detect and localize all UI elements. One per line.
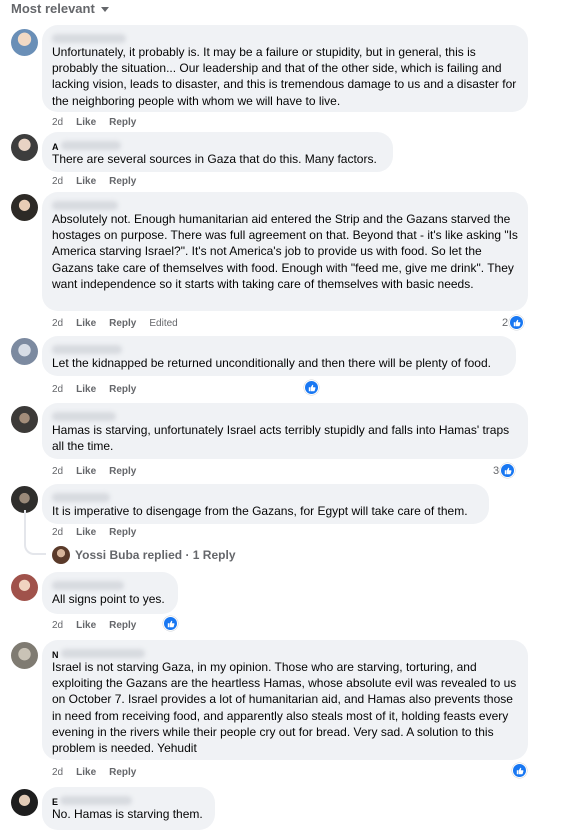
reply-button[interactable]: Reply (109, 318, 136, 329)
like-button[interactable]: Like (76, 527, 96, 538)
sort-label: Most relevant (11, 0, 95, 16)
reaction-count[interactable]: 3 (493, 463, 516, 478)
comment-actions: 2d Like Reply (52, 115, 136, 129)
avatar[interactable] (11, 574, 38, 601)
comment-bubble: Absolutely not. Enough humanitarian aid … (42, 192, 528, 311)
author-name[interactable] (52, 489, 479, 502)
comment-text: Let the kidnapped be returned unconditio… (52, 356, 491, 370)
author-name[interactable] (52, 30, 518, 43)
comment-bubble: E No. Hamas is starving them. (42, 787, 215, 830)
timestamp[interactable]: 2d (52, 620, 63, 631)
reply-author-avatar (52, 546, 70, 564)
like-button[interactable]: Like (76, 466, 96, 477)
reply-thread-line (24, 510, 46, 555)
comment-text: Israel is not starving Gaza, in my opini… (52, 660, 517, 756)
sort-dropdown[interactable]: Most relevant (11, 0, 109, 16)
reaction-number: 2 (502, 316, 509, 329)
comment-actions: 2d Like Reply (52, 765, 136, 779)
timestamp[interactable]: 2d (52, 466, 63, 477)
like-reaction-icon (500, 463, 516, 478)
reaction-badge[interactable] (304, 380, 319, 395)
comment-text: Unfortunately, it probably is. It may be… (52, 45, 517, 108)
timestamp[interactable]: 2d (52, 117, 63, 128)
comment-actions: 2d Like Reply Edited (52, 316, 178, 330)
avatar[interactable] (11, 642, 38, 669)
reaction-badge[interactable] (512, 763, 527, 778)
comment-actions: 2d Like Reply (52, 618, 136, 632)
reply-button[interactable]: Reply (109, 176, 136, 187)
comment-bubble: Unfortunately, it probably is. It may be… (42, 25, 528, 112)
comment-text: Hamas is starving, unfortunately Israel … (52, 423, 510, 454)
comment-actions: 2d Like Reply (52, 382, 136, 396)
avatar[interactable] (11, 134, 38, 161)
reply-button[interactable]: Reply (109, 384, 136, 395)
reply-button[interactable]: Reply (109, 527, 136, 538)
like-reaction-icon (512, 763, 527, 778)
timestamp[interactable]: 2d (52, 527, 63, 538)
avatar[interactable] (11, 194, 38, 221)
timestamp[interactable]: 2d (52, 767, 63, 778)
avatar[interactable] (11, 406, 38, 433)
author-name[interactable]: E (52, 792, 205, 807)
comment-text: Absolutely not. Enough humanitarian aid … (52, 212, 518, 291)
like-button[interactable]: Like (76, 384, 96, 395)
avatar[interactable] (11, 486, 38, 513)
like-button[interactable]: Like (76, 176, 96, 187)
comment-text: No. Hamas is starving them. (52, 807, 203, 821)
replies-label: Yossi Buba replied · 1 Reply (75, 548, 236, 562)
reply-button[interactable]: Reply (109, 117, 136, 128)
reaction-number: 3 (493, 464, 500, 477)
view-replies-link[interactable]: Yossi Buba replied · 1 Reply (52, 546, 236, 564)
reaction-count[interactable]: 2 (502, 315, 525, 330)
comment-bubble: All signs point to yes. (42, 572, 178, 614)
comment-bubble: It is imperative to disengage from the G… (42, 484, 489, 524)
reply-button[interactable]: Reply (109, 620, 136, 631)
caret-down-icon (100, 6, 109, 12)
like-button[interactable]: Like (76, 117, 96, 128)
comment-bubble: N Israel is not starving Gaza, in my opi… (42, 640, 528, 760)
timestamp[interactable]: 2d (52, 176, 63, 187)
author-name[interactable] (52, 341, 506, 354)
like-button[interactable]: Like (76, 620, 96, 631)
reply-button[interactable]: Reply (109, 767, 136, 778)
like-button[interactable]: Like (76, 767, 96, 778)
comment-actions: 2d Like Reply (52, 464, 136, 478)
comment-actions: 2d Like Reply (52, 174, 136, 188)
comment-text: It is imperative to disengage from the G… (52, 504, 468, 518)
like-reaction-icon (304, 380, 319, 395)
comment-bubble: A There are several sources in Gaza that… (42, 132, 393, 172)
avatar[interactable] (11, 338, 38, 365)
timestamp[interactable]: 2d (52, 318, 63, 329)
author-name[interactable]: N (52, 645, 518, 660)
reply-button[interactable]: Reply (109, 466, 136, 477)
author-name[interactable]: A (52, 137, 383, 152)
author-name[interactable] (52, 408, 518, 421)
comment-text: All signs point to yes. (52, 592, 165, 606)
avatar[interactable] (11, 29, 38, 56)
edited-label: Edited (149, 317, 178, 329)
comment-actions: 2d Like Reply (52, 525, 136, 539)
like-reaction-icon (163, 616, 178, 631)
avatar[interactable] (11, 789, 38, 816)
comment-bubble: Hamas is starving, unfortunately Israel … (42, 403, 528, 459)
timestamp[interactable]: 2d (52, 384, 63, 395)
comment-bubble: Let the kidnapped be returned unconditio… (42, 336, 516, 376)
author-name[interactable] (52, 577, 168, 590)
author-name[interactable] (52, 197, 518, 210)
reaction-badge[interactable] (163, 616, 178, 631)
like-button[interactable]: Like (76, 318, 96, 329)
like-reaction-icon (509, 315, 525, 330)
comment-text: There are several sources in Gaza that d… (52, 152, 377, 166)
